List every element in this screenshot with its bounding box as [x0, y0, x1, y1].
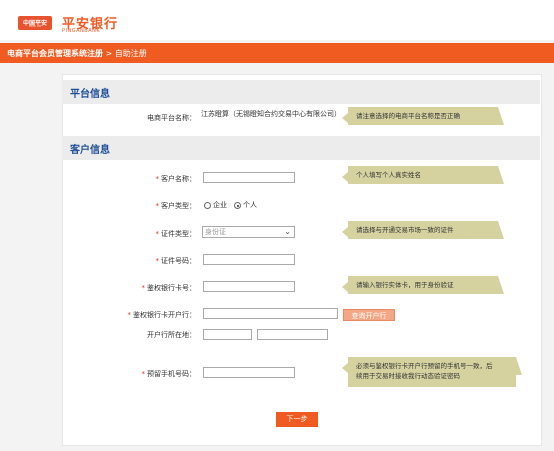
customer-type-option-enterprise: 企业 — [213, 201, 227, 209]
breadcrumb-root[interactable]: 电商平台会员管理系统注册 — [7, 49, 103, 58]
customer-name-label-text: 客户名称： — [161, 175, 196, 183]
customer-name-tip: 个人填写个人真实姓名 — [342, 166, 504, 184]
bank-branch-label-text: 鉴权银行卡开户行： — [133, 311, 196, 319]
platform-name-tip: 请注意选择的电商平台名称是否正确 — [342, 107, 504, 125]
id-type-tip: 请选择与开通交易市场一致的证件 — [342, 221, 504, 239]
required-mark: * — [141, 370, 146, 378]
bank-card-tip: 请输入银行实体卡，用于身份验证 — [342, 276, 504, 294]
top-header: 中国平安 PING AN 平安银行 PINGANBANK — [0, 0, 554, 40]
chevron-down-icon: ⌄ — [284, 227, 291, 236]
required-mark: * — [127, 311, 132, 319]
id-type-select[interactable]: 身份证 ⌄ — [202, 226, 295, 238]
id-type-label-text: 证件类型： — [161, 230, 196, 238]
customer-type-label-text: 客户类型： — [161, 202, 196, 210]
customer-type-radio-individual[interactable] — [234, 202, 241, 209]
id-number-label: * 证件号码： — [130, 256, 197, 266]
required-mark: * — [155, 257, 160, 265]
phone-label: * 预留手机号码： — [120, 369, 197, 379]
bank-location-city-input[interactable] — [257, 329, 328, 340]
ping-an-logo: 中国平安 PING AN — [18, 16, 52, 30]
customer-section-title: 客户信息 — [70, 145, 110, 156]
bank-card-label-text: 鉴权银行卡号： — [147, 284, 196, 292]
platform-name-label: 电商平台名称： — [147, 114, 196, 122]
phone-tip: 必须与鉴权银行卡开户行预留的手机号一致，后 续用于交易时接收我行动态验证密码 — [342, 357, 522, 387]
breadcrumb-separator: > — [105, 49, 113, 58]
platform-section-header: 平台信息 — [62, 80, 540, 104]
phone-input[interactable] — [203, 367, 295, 378]
next-button[interactable]: 下一步 — [276, 412, 318, 427]
phone-tip-line1: 必须与鉴权银行卡开户行预留的手机号一致，后 — [356, 362, 493, 370]
id-number-input[interactable] — [203, 254, 295, 265]
customer-name-input[interactable] — [203, 172, 295, 183]
customer-name-label: * 客户名称： — [130, 174, 197, 184]
bank-card-label: * 鉴权银行卡号： — [120, 283, 197, 293]
customer-type-option-individual: 个人 — [243, 201, 257, 209]
id-number-label-text: 证件号码： — [161, 257, 196, 265]
bank-location-province-input[interactable] — [203, 329, 252, 340]
phone-label-text: 预留手机号码： — [147, 370, 196, 378]
bank-name-en: PINGANBANK — [62, 28, 101, 34]
query-bank-branch-button[interactable]: 查询开户行 — [343, 309, 395, 321]
id-type-label: * 证件类型： — [130, 229, 197, 239]
phone-tip-line2: 续用于交易时接收我行动态验证密码 — [356, 372, 460, 380]
platform-name-value: 江苏瞪算（无锡瞪知合约交易中心有限公司） — [201, 110, 341, 118]
required-mark: * — [141, 284, 146, 292]
breadcrumb-current: 自助注册 — [114, 49, 147, 58]
customer-section-header: 客户信息 — [62, 136, 540, 160]
bank-branch-label: * 鉴权银行卡开户行： — [110, 310, 197, 320]
breadcrumb: 电商平台会员管理系统注册 > 自助注册 — [7, 48, 147, 59]
customer-type-radio-enterprise[interactable] — [204, 202, 211, 209]
logo-badge-subtext: PING AN — [28, 24, 42, 28]
platform-section-title: 平台信息 — [70, 89, 110, 100]
bank-branch-input[interactable] — [203, 308, 338, 319]
required-mark: * — [155, 175, 160, 183]
bank-card-input[interactable] — [203, 281, 295, 292]
bank-location-label: 开户行所在地： — [147, 331, 196, 339]
id-type-selected: 身份证 — [205, 228, 226, 236]
customer-type-label: * 客户类型： — [130, 201, 197, 211]
nav-bar: 电商平台会员管理系统注册 > 自助注册 — [0, 43, 554, 63]
required-mark: * — [155, 202, 160, 210]
required-mark: * — [155, 230, 160, 238]
